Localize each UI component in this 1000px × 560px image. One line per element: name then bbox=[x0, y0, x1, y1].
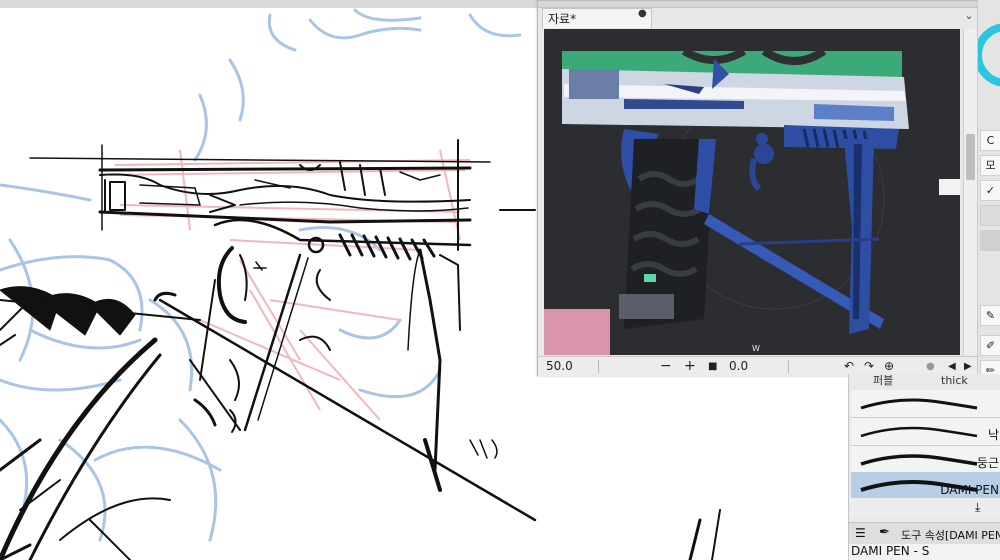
reference-tab-title: 자료* bbox=[548, 12, 577, 26]
zoom-out-button[interactable]: − bbox=[660, 358, 672, 375]
brush-label: 둥근 bbox=[976, 456, 999, 470]
brush-item[interactable] bbox=[851, 390, 1000, 418]
download-icon[interactable]: ⤓ bbox=[975, 500, 980, 515]
brush-stroke-preview bbox=[860, 398, 978, 410]
brush-label: 낙 bbox=[987, 428, 999, 442]
tool-label-c[interactable]: C bbox=[980, 130, 1000, 151]
tool-label-mo[interactable]: 모 bbox=[980, 155, 1000, 176]
brush-tool-icon: ✒ bbox=[879, 525, 890, 540]
brush-item-selected[interactable]: DAMI PEN bbox=[851, 472, 1000, 500]
sub-tool-name: DAMI PEN - S bbox=[851, 544, 930, 558]
brush-label: DAMI PEN bbox=[940, 483, 999, 497]
rotate-left-icon[interactable]: ↶ bbox=[844, 358, 854, 375]
image-watermark: W bbox=[752, 344, 760, 353]
brush-panel-actions: ⤓ bbox=[849, 498, 1000, 518]
brush-tab[interactable]: 퍼블 bbox=[873, 374, 893, 390]
blue-sketch-layer bbox=[0, 8, 522, 542]
scroll-left-icon[interactable]: ◀ bbox=[948, 358, 956, 375]
reference-window[interactable]: 자료* ● ⌄ W 50.0 − + ■ 0.0 ↶ ↷ ⊕ ● ◀ ▶ bbox=[537, 0, 979, 376]
fit-view-button[interactable]: ■ bbox=[708, 358, 717, 375]
zoom-value[interactable]: 50.0 bbox=[546, 358, 573, 375]
rotate-right-icon[interactable]: ↷ bbox=[864, 358, 874, 375]
reference-tab[interactable]: 자료* bbox=[542, 8, 652, 28]
reference-vertical-scrollbar[interactable] bbox=[963, 29, 977, 355]
brush-item[interactable]: 둥근 bbox=[851, 446, 1000, 474]
separator bbox=[788, 360, 789, 373]
reference-gun-render: W bbox=[544, 29, 960, 355]
marker-tool-icon[interactable]: ✐ bbox=[980, 335, 1000, 356]
texture-swatch-icon[interactable] bbox=[980, 205, 1000, 226]
chevron-down-icon[interactable]: ⌄ bbox=[962, 9, 976, 22]
brush-tab[interactable]: thick bbox=[941, 374, 968, 390]
flip-indicator-icon[interactable]: ● bbox=[926, 358, 935, 375]
tool-property-header: ☰ ✒ 도구 속성[DAMI PEN bbox=[849, 522, 1000, 545]
checkbox-icon[interactable]: ✓ bbox=[980, 180, 1000, 201]
reference-window-titlebar[interactable] bbox=[538, 1, 978, 8]
brush-stroke-preview bbox=[860, 426, 978, 438]
reference-status-bar: 50.0 − + ■ 0.0 ↶ ↷ ⊕ ● ◀ ▶ bbox=[538, 356, 978, 376]
scroll-right-icon[interactable]: ▶ bbox=[964, 358, 972, 375]
zoom-in-button[interactable]: + bbox=[684, 358, 696, 375]
color-wheel-icon[interactable] bbox=[978, 20, 1000, 90]
pen-tool-icon[interactable]: ✎ bbox=[980, 305, 1000, 326]
scroll-thumb[interactable] bbox=[966, 134, 975, 180]
brush-panel: 퍼블 thick 낙 둥근 DAMI PEN ⤓ ☰ ✒ 도구 속성[DAMI … bbox=[848, 374, 1000, 560]
tool-property-title: 도구 속성[DAMI PEN bbox=[901, 529, 1000, 542]
reference-image[interactable]: W bbox=[544, 29, 960, 355]
separator bbox=[598, 360, 599, 373]
tool-column: C 모 ✓ ✎ ✐ ✏ bbox=[977, 0, 1000, 381]
texture-swatch-icon[interactable] bbox=[980, 230, 1000, 251]
tool-property-subtitle: DAMI PEN - S bbox=[849, 544, 1000, 560]
brush-stroke-preview bbox=[860, 454, 978, 466]
brush-item[interactable]: 낙 bbox=[851, 418, 1000, 446]
top-toolbar-strip bbox=[0, 0, 537, 8]
menu-icon[interactable]: ☰ bbox=[855, 526, 866, 540]
rotation-value[interactable]: 0.0 bbox=[729, 358, 748, 375]
modified-indicator-icon: ● bbox=[638, 8, 647, 19]
reset-rotation-icon[interactable]: ⊕ bbox=[884, 358, 894, 375]
brush-tabs: 퍼블 thick bbox=[849, 374, 1000, 390]
